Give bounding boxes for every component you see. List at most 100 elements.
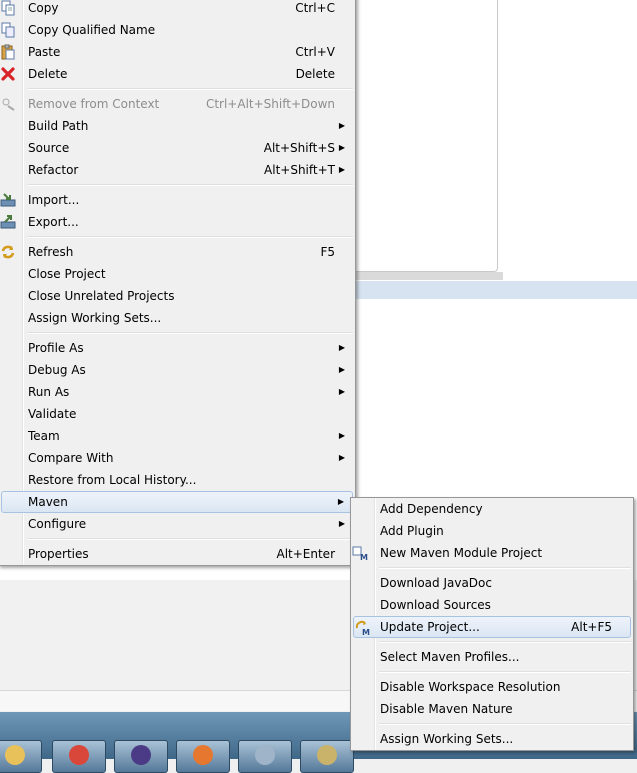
menu-item-shortcut: Alt+Shift+T xyxy=(264,163,335,177)
menu-item-label: Update Project... xyxy=(380,620,480,634)
menu-item-compare-with[interactable]: Compare With ▶ xyxy=(0,447,355,469)
maven-submenu: Add Dependency Add Plugin M New Maven Modul… xyxy=(350,497,634,751)
paint-icon xyxy=(317,745,337,765)
submenu-arrow-icon: ▶ xyxy=(338,387,345,396)
maven-update-icon: M xyxy=(355,620,371,637)
menu-item-label: Close Unrelated Projects xyxy=(28,289,175,303)
chrome-icon xyxy=(69,745,89,765)
menu-item-shortcut: Ctrl+Alt+Shift+Down xyxy=(205,97,335,111)
menu-item-team[interactable]: Team ▶ xyxy=(0,425,355,447)
export-icon xyxy=(0,214,16,230)
menu-item-shortcut: Alt+F5 xyxy=(571,620,612,634)
menu-item-label: Add Dependency xyxy=(380,502,483,516)
copy-qualified-icon xyxy=(0,22,16,38)
maven-item-disable-workspace-resolution[interactable]: Disable Workspace Resolution xyxy=(351,676,633,698)
menu-item-label: Import... xyxy=(28,193,80,207)
copy-icon xyxy=(0,0,16,16)
menu-item-label: Download JavaDoc xyxy=(380,576,492,590)
submenu-arrow-icon: ▶ xyxy=(337,497,344,506)
import-icon xyxy=(0,192,16,208)
submenu-arrow-icon: ▶ xyxy=(338,453,345,462)
menu-item-profile-as[interactable]: Profile As ▶ xyxy=(0,337,355,359)
menu-item-export[interactable]: Export... xyxy=(0,211,355,233)
menu-item-source[interactable]: Source Alt+Shift+S ▶ xyxy=(0,137,355,159)
submenu-arrow-icon: ▶ xyxy=(338,365,345,374)
paste-icon xyxy=(0,44,16,60)
menu-item-configure[interactable]: Configure ▶ xyxy=(0,513,355,535)
submenu-arrow-icon: ▶ xyxy=(338,121,345,130)
menu-item-label: Download Sources xyxy=(380,598,491,612)
menu-item-label: Compare With xyxy=(28,451,114,465)
remove-context-icon xyxy=(0,96,16,112)
taskbar-button-mysql[interactable] xyxy=(238,740,292,773)
delete-icon xyxy=(0,66,16,82)
submenu-arrow-icon: ▶ xyxy=(338,519,345,528)
menu-item-label: Select Maven Profiles... xyxy=(380,650,520,664)
menu-item-close-unrelated-projects[interactable]: Close Unrelated Projects xyxy=(0,285,355,307)
menu-separator xyxy=(351,720,633,728)
taskbar-button-paint[interactable] xyxy=(300,740,354,773)
maven-item-update-project[interactable]: M Update Project... Alt+F5 xyxy=(353,616,631,638)
menu-item-delete[interactable]: Delete Delete xyxy=(0,63,355,85)
menu-item-run-as[interactable]: Run As ▶ xyxy=(0,381,355,403)
menu-item-close-project[interactable]: Close Project xyxy=(0,263,355,285)
menu-item-label: Maven xyxy=(28,495,68,509)
menu-item-shortcut: Alt+Enter xyxy=(276,547,335,561)
panel-scrollbar-strip xyxy=(340,272,503,280)
taskbar-button-firefox[interactable] xyxy=(176,740,230,773)
submenu-arrow-icon: ▶ xyxy=(338,343,345,352)
submenu-arrow-icon: ▶ xyxy=(338,143,345,152)
menu-item-label: Delete xyxy=(28,67,68,81)
menu-item-label: Copy xyxy=(28,1,59,15)
windows-explorer-icon xyxy=(5,745,25,765)
svg-text:M: M xyxy=(360,553,368,561)
maven-item-assign-working-sets[interactable]: Assign Working Sets... xyxy=(351,728,633,750)
maven-module-icon: M xyxy=(352,545,368,562)
mysql-icon xyxy=(255,745,275,765)
refresh-icon xyxy=(0,244,16,260)
firefox-icon xyxy=(193,745,213,765)
menu-item-shortcut: F5 xyxy=(320,245,335,259)
taskbar-button-windows-explorer[interactable] xyxy=(0,740,42,773)
menu-item-label: Run As xyxy=(28,385,70,399)
menu-item-maven[interactable]: Maven ▶ xyxy=(1,491,353,513)
menu-item-refresh[interactable]: Refresh F5 xyxy=(0,241,355,263)
maven-item-select-maven-profiles[interactable]: Select Maven Profiles... xyxy=(351,646,633,668)
maven-item-download-javadoc[interactable]: Download JavaDoc xyxy=(351,572,633,594)
menu-separator xyxy=(0,329,355,337)
menu-separator xyxy=(351,564,633,572)
menu-item-restore-from-local-history[interactable]: Restore from Local History... xyxy=(0,469,355,491)
project-context-menu: Copy Ctrl+C Copy Qualified Name Paste Ctrl+V… xyxy=(0,0,356,566)
taskbar-button-eclipse[interactable] xyxy=(114,740,168,773)
maven-item-download-sources[interactable]: Download Sources xyxy=(351,594,633,616)
menu-item-label: Configure xyxy=(28,517,87,531)
menu-separator xyxy=(351,638,633,646)
menu-item-assign-working-sets[interactable]: Assign Working Sets... xyxy=(0,307,355,329)
menu-item-shortcut: Ctrl+V xyxy=(295,45,335,59)
menu-item-debug-as[interactable]: Debug As ▶ xyxy=(0,359,355,381)
menu-item-shortcut: Delete xyxy=(295,67,335,81)
menu-item-label: Export... xyxy=(28,215,79,229)
maven-item-add-plugin[interactable]: Add Plugin xyxy=(351,520,633,542)
menu-item-properties[interactable]: Properties Alt+Enter xyxy=(0,543,355,565)
menu-item-paste[interactable]: Paste Ctrl+V xyxy=(0,41,355,63)
menu-item-label: Profile As xyxy=(28,341,84,355)
menu-item-label: Team xyxy=(28,429,60,443)
menu-item-label: Debug As xyxy=(28,363,86,377)
maven-item-disable-maven-nature[interactable]: Disable Maven Nature xyxy=(351,698,633,720)
background-panel xyxy=(340,0,498,272)
maven-item-new-maven-module-project[interactable]: M New Maven Module Project xyxy=(351,542,633,564)
menu-separator xyxy=(351,668,633,676)
menu-item-copy-qualified-name[interactable]: Copy Qualified Name xyxy=(0,19,355,41)
maven-item-add-dependency[interactable]: Add Dependency xyxy=(351,498,633,520)
submenu-arrow-icon: ▶ xyxy=(338,165,345,174)
menu-item-label: Properties xyxy=(28,547,89,561)
menu-item-label: New Maven Module Project xyxy=(380,546,543,560)
menu-item-copy[interactable]: Copy Ctrl+C xyxy=(0,0,355,19)
menu-item-import[interactable]: Import... xyxy=(0,189,355,211)
menu-item-build-path[interactable]: Build Path ▶ xyxy=(0,115,355,137)
menu-item-refactor[interactable]: Refactor Alt+Shift+T ▶ xyxy=(0,159,355,181)
menu-item-validate[interactable]: Validate xyxy=(0,403,355,425)
menu-item-label: Refresh xyxy=(28,245,74,259)
taskbar-button-chrome[interactable] xyxy=(52,740,106,773)
